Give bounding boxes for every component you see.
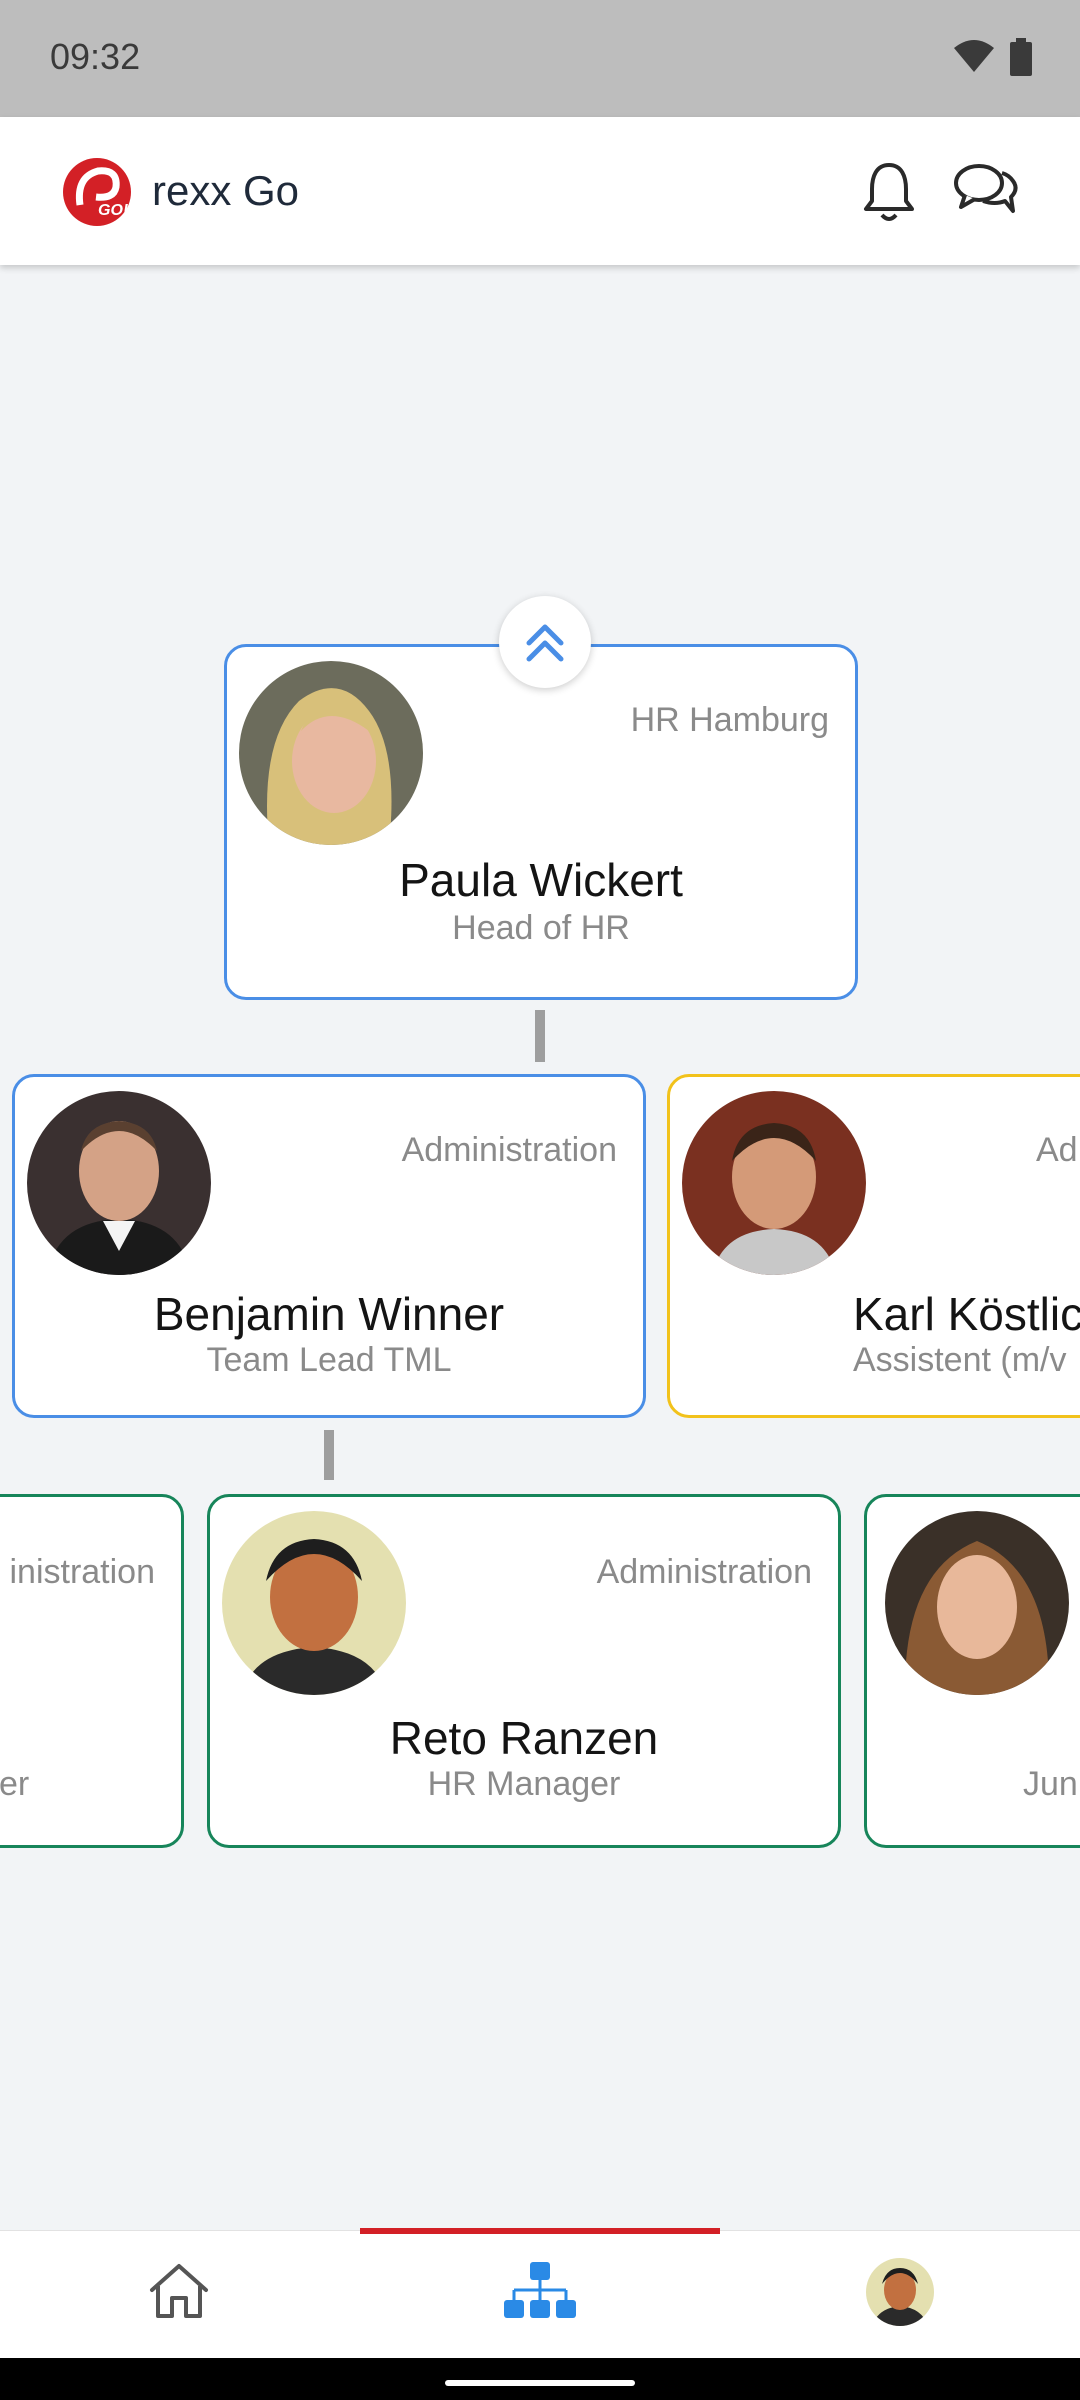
person-role: er [0, 1765, 30, 1803]
department-label: Administration [401, 1131, 617, 1169]
svg-text:GO!: GO! [98, 202, 129, 219]
org-card-top[interactable]: HR Hamburg Paula Wickert Head of HR [224, 644, 858, 1000]
collapse-up-button[interactable] [499, 596, 591, 688]
org-card-middle[interactable]: Administration Benjamin Winner Team Lead… [12, 1074, 646, 1418]
person-role: Assistent (m/v [853, 1341, 1067, 1379]
avatar [222, 1511, 406, 1695]
org-card-bottom[interactable]: inistration er [0, 1494, 184, 1848]
bell-icon[interactable] [858, 159, 920, 223]
avatar [27, 1091, 211, 1275]
person-name: Karl Köstlic [853, 1288, 1080, 1340]
rexx-logo-icon: GO! [63, 158, 131, 226]
person-role: Jun [1023, 1765, 1078, 1803]
person-role: HR Manager [427, 1765, 621, 1803]
department-label: HR Hamburg [630, 701, 829, 739]
department-label: Ad [1036, 1131, 1078, 1169]
org-card-bottom[interactable]: Jun [864, 1494, 1080, 1848]
department-label: Administration [596, 1553, 812, 1591]
home-icon[interactable] [148, 2262, 210, 2320]
connector-line [324, 1430, 334, 1480]
person-role: Team Lead TML [206, 1341, 452, 1379]
person-role: Head of HR [452, 909, 630, 947]
app-title: rexx Go [152, 167, 300, 214]
person-name: Reto Ranzen [389, 1712, 659, 1764]
org-card-middle[interactable]: Ad Karl Köstlic Assistent (m/v [667, 1074, 1080, 1418]
person-name: Benjamin Winner [153, 1288, 505, 1340]
department-label: inistration [9, 1553, 155, 1591]
wifi-icon [954, 40, 994, 72]
avatar [239, 661, 423, 845]
battery-icon [1010, 38, 1032, 76]
avatar [682, 1091, 866, 1275]
system-gesture-bar [0, 2358, 1080, 2400]
person-name: Paula Wickert [399, 854, 683, 906]
app-bar: GO! rexx Go [0, 117, 1080, 265]
profile-avatar[interactable] [866, 2258, 934, 2326]
status-time: 09:32 [50, 36, 141, 77]
active-tab-indicator [360, 2228, 720, 2234]
chat-icon[interactable] [953, 161, 1019, 217]
org-card-bottom[interactable]: Administration Reto Ranzen HR Manager [207, 1494, 841, 1848]
avatar [885, 1511, 1069, 1695]
status-bar: 09:32 [0, 0, 1080, 117]
connector-line [535, 1010, 545, 1062]
double-chevron-up-icon [526, 624, 564, 662]
org-chart-icon[interactable] [502, 2260, 578, 2322]
home-gesture-handle[interactable] [445, 2380, 635, 2386]
